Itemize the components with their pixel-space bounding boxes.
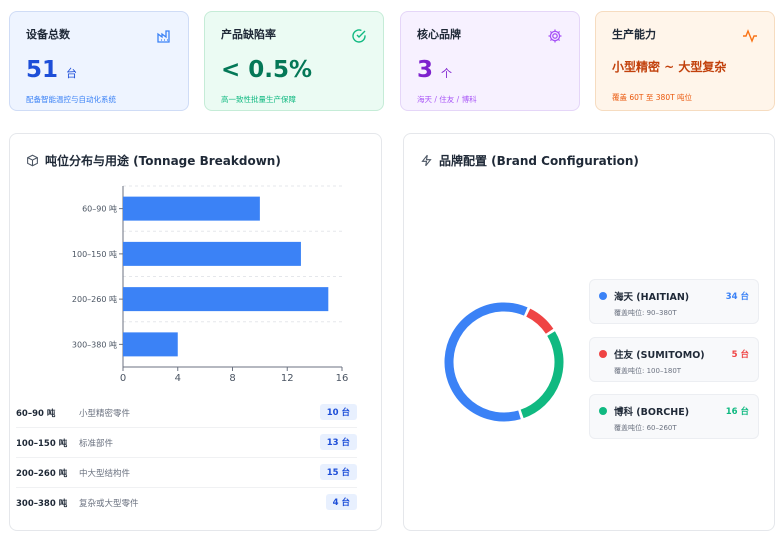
brand-donut-chart xyxy=(444,302,564,422)
brand-tonnage-range: 覆盖吨位: 60–260T xyxy=(614,424,677,432)
brand-name: 博科 (BORCHE) xyxy=(614,407,690,418)
tonnage-range: 100–150 吨 xyxy=(16,439,68,449)
y-tick-label: 200–260 吨 xyxy=(72,294,117,304)
bar xyxy=(123,287,329,312)
x-tick-label: 12 xyxy=(281,373,294,384)
tonnage-usage: 小型精密零件 xyxy=(79,409,131,419)
donut-slice xyxy=(444,302,528,422)
tonnage-row: 60–90 吨 小型精密零件 10 台 xyxy=(16,398,357,428)
brand-tonnage-range: 覆盖吨位: 100–180T xyxy=(614,367,682,375)
brand-card: 博科 (BORCHE) 16 台覆盖吨位: 60–260T xyxy=(589,394,759,439)
tonnage-row: 100–150 吨 标准部件 13 台 xyxy=(16,428,357,458)
tonnage-usage: 复杂或大型零件 xyxy=(79,499,139,509)
panel-title: 品牌配置 (Brand Configuration) xyxy=(439,154,639,168)
brand-count: 16 台 xyxy=(725,407,749,417)
x-tick-label: 4 xyxy=(175,373,181,384)
tonnage-range: 300–380 吨 xyxy=(16,499,68,509)
y-tick-label: 60–90 吨 xyxy=(82,204,117,214)
tonnage-count-badge: 15 台 xyxy=(319,464,357,480)
brand-name: 海天 (HAITIAN) xyxy=(614,292,690,303)
bar xyxy=(123,332,178,357)
brand-count: 5 台 xyxy=(731,350,749,360)
brand-card: 住友 (SUMITOMO) 5 台覆盖吨位: 100–180T xyxy=(589,337,759,382)
legend-dot xyxy=(599,407,607,415)
brand-tonnage-range: 覆盖吨位: 90–380T xyxy=(614,309,677,317)
y-tick-label: 100–150 吨 xyxy=(72,249,117,259)
bar xyxy=(123,196,260,221)
legend-dot xyxy=(599,350,607,358)
tonnage-count-badge: 10 台 xyxy=(319,404,357,420)
tonnage-usage: 中大型结构件 xyxy=(79,469,131,479)
legend-dot xyxy=(599,292,607,300)
tonnage-range: 60–90 吨 xyxy=(16,409,56,419)
tonnage-row: 300–380 吨 复杂或大型零件 4 台 xyxy=(16,488,357,518)
y-tick-label: 300–380 吨 xyxy=(72,339,117,349)
brand-name: 住友 (SUMITOMO) xyxy=(614,350,705,361)
tonnage-count-badge: 13 台 xyxy=(319,434,357,450)
x-tick-label: 8 xyxy=(229,373,235,384)
donut-slice xyxy=(520,331,564,419)
bar xyxy=(123,241,301,266)
donut-slice xyxy=(526,308,554,334)
x-tick-label: 0 xyxy=(120,373,126,384)
brand-card: 海天 (HAITIAN) 34 台覆盖吨位: 90–380T xyxy=(589,279,759,324)
x-tick-label: 16 xyxy=(336,373,349,384)
tonnage-usage: 标准部件 xyxy=(79,439,114,449)
tonnage-count-badge: 4 台 xyxy=(325,494,357,510)
brand-count: 34 台 xyxy=(725,292,749,302)
lightning-icon xyxy=(421,154,432,167)
tonnage-row: 200–260 吨 中大型结构件 15 台 xyxy=(16,458,357,488)
tonnage-range: 200–260 吨 xyxy=(16,469,68,479)
